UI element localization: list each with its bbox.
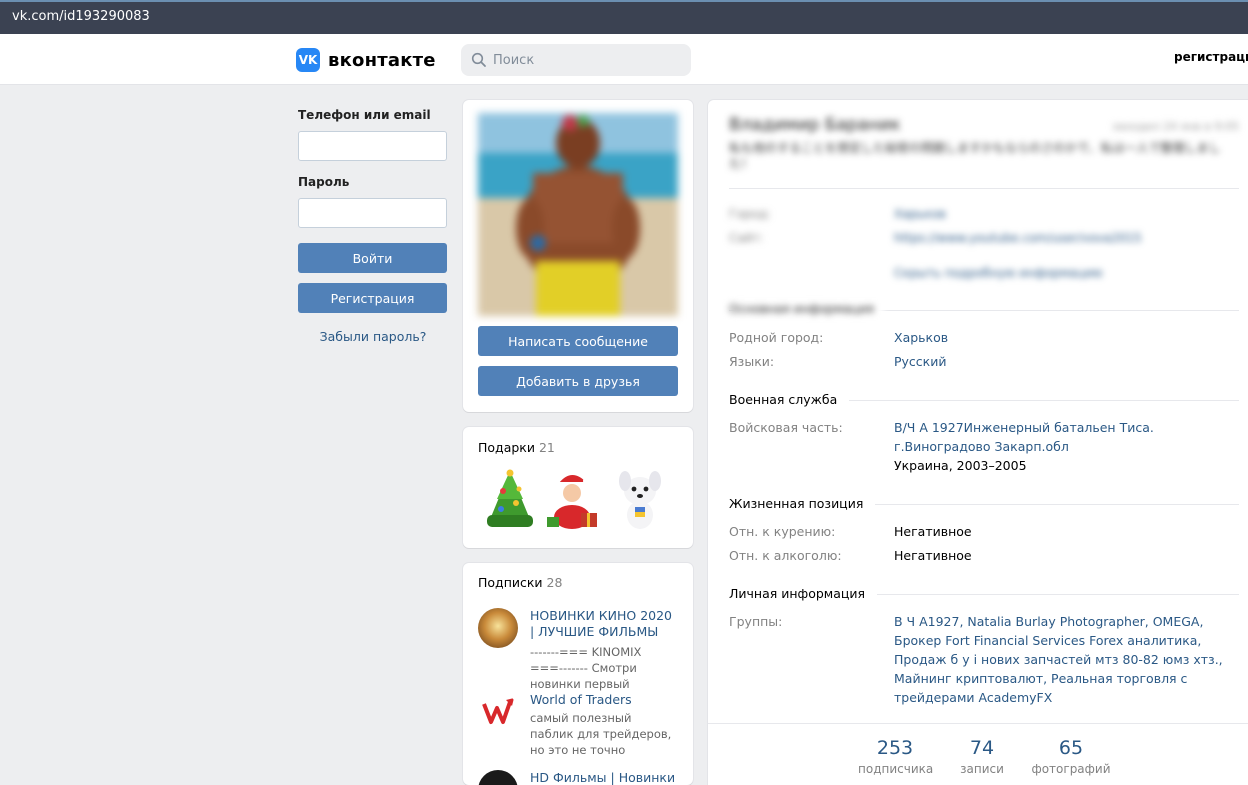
avatar-card: Написать сообщение Добавить в друзья (463, 100, 693, 412)
search-icon (471, 52, 486, 67)
counter-number: 74 (969, 737, 995, 759)
unit-place: Украина, 2003–2005 (894, 458, 1027, 473)
subscription-name[interactable]: World of Traders (530, 692, 678, 708)
site-link[interactable]: https://www.youtube.com/user/vova2015 (894, 231, 1142, 245)
counter-label: подписчика (858, 762, 934, 776)
subscription-avatar[interactable] (478, 608, 518, 648)
register-button[interactable]: Регистрация (298, 283, 447, 313)
hometown-label: Родной город: (729, 330, 824, 345)
toggle-details-link[interactable]: Скрыть подробную информацию (894, 266, 1103, 280)
send-message-button[interactable]: Написать сообщение (478, 326, 678, 356)
alcohol-value: Негативное (894, 548, 972, 563)
login-form: Телефон или email Пароль Войти Регистрац… (298, 108, 448, 344)
subscription-desc: самый полезный паблик для трейдеров, но … (530, 711, 672, 757)
followers-counter[interactable]: 253 подписчика (858, 736, 934, 776)
forgot-password-link[interactable]: Забыли пароль? (298, 329, 448, 344)
online-status: заходил 24 янв в 9:05 (1112, 120, 1240, 133)
password-label: Пароль (298, 175, 350, 189)
main-info-title: Основная информация (729, 302, 884, 316)
languages-value[interactable]: Русский (894, 352, 946, 371)
login-button[interactable]: Войти (298, 243, 447, 273)
gift-christmas-tree-icon[interactable] (483, 469, 537, 531)
subscription-name[interactable]: HD Фильмы | Новинки (530, 770, 678, 785)
gifts-header[interactable]: Подарки 21 (478, 440, 555, 455)
vk-logo-text: вконтакте (328, 49, 436, 71)
counter-number: 65 (1058, 737, 1084, 759)
languages-link[interactable]: Русский (894, 354, 946, 369)
counter-number: 253 (876, 737, 914, 759)
phone-label: Телефон или email (298, 108, 431, 122)
search-input[interactable] (493, 44, 683, 76)
profile-name: Владимир Бараник (729, 115, 901, 135)
counter-label: записи (960, 762, 1004, 776)
subscription-desc: -------=== KINOMIX ===------- Смотри нов… (530, 645, 642, 691)
subscriptions-card: Подписки 28 НОВИНКИ КИНО 2020 | ЛУЧШИЕ ФИ… (463, 563, 693, 785)
gifts-card[interactable]: Подарки 21 (463, 427, 693, 548)
city-value[interactable]: Харьков (894, 207, 946, 221)
url-text[interactable]: vk.com/id193290083 (12, 9, 150, 24)
hometown-link[interactable]: Харьков (894, 330, 948, 345)
life-position-title: Жизненная позиция (729, 496, 876, 511)
groups-label: Группы: (729, 614, 783, 629)
smoking-value: Негативное (894, 524, 972, 539)
vk-logo-icon: VK (296, 48, 320, 72)
groups-value[interactable]: В Ч А1927, Natalia Burlay Photographer, … (894, 612, 1234, 707)
languages-label: Языки: (729, 354, 775, 369)
password-field[interactable] (298, 198, 447, 228)
personal-info-title: Личная информация (729, 586, 878, 601)
site-label: Сайт: (729, 231, 764, 245)
subscriptions-count: 28 (546, 575, 563, 590)
gift-santa-icon[interactable] (545, 469, 599, 531)
site-header: VK вконтакте регистрация (0, 34, 1248, 85)
browser-address-bar[interactable]: vk.com/id193290083 (0, 0, 1248, 34)
posts-counter[interactable]: 74 записи (948, 736, 1016, 776)
profile-info-card: Владимир Бараник заходил 24 янв в 9:05 私… (708, 100, 1248, 785)
hometown-value[interactable]: Харьков (894, 328, 948, 347)
subscription-name[interactable]: НОВИНКИ КИНО 2020 | ЛУЧШИЕ ФИЛЬМЫ (530, 608, 678, 640)
vk-logo[interactable]: VK вконтакте (296, 48, 436, 72)
gifts-count: 21 (538, 440, 555, 455)
profile-status: 私も他のすることを想定した秘密の問題しますかもならのさのかで、私は一人で整理しま… (729, 141, 1221, 171)
profile-photo[interactable] (478, 113, 678, 316)
military-section-title: Военная служба (729, 392, 850, 407)
divider (729, 188, 1239, 189)
subscriptions-header[interactable]: Подписки 28 (478, 575, 562, 590)
city-label: Город: (729, 207, 771, 221)
subscriptions-title: Подписки (478, 575, 543, 590)
profile-counters: 253 подписчика 74 записи 65 фотографий (708, 723, 1248, 785)
smoking-label: Отн. к курению: (729, 524, 836, 539)
photos-counter[interactable]: 65 фотографий (1030, 736, 1112, 776)
header-register-link[interactable]: регистрация (1174, 50, 1248, 64)
unit-label: Войсковая часть: (729, 420, 843, 435)
phone-email-field[interactable] (298, 131, 447, 161)
subscription-avatar[interactable] (478, 770, 518, 785)
gifts-title: Подарки (478, 440, 535, 455)
gift-white-dog-icon[interactable] (613, 469, 667, 531)
add-friend-button[interactable]: Добавить в друзья (478, 366, 678, 396)
counter-label: фотографий (1031, 762, 1111, 776)
subscription-avatar[interactable] (478, 692, 518, 732)
alcohol-label: Отн. к алкоголю: (729, 548, 842, 563)
groups-links[interactable]: В Ч А1927, Natalia Burlay Photographer, … (894, 614, 1223, 705)
unit-link[interactable]: В/Ч А 1927Инженерный батальен Тиса. г.Ви… (894, 420, 1154, 454)
search-box[interactable] (461, 44, 691, 76)
unit-value[interactable]: В/Ч А 1927Инженерный батальен Тиса. г.Ви… (894, 418, 1234, 475)
